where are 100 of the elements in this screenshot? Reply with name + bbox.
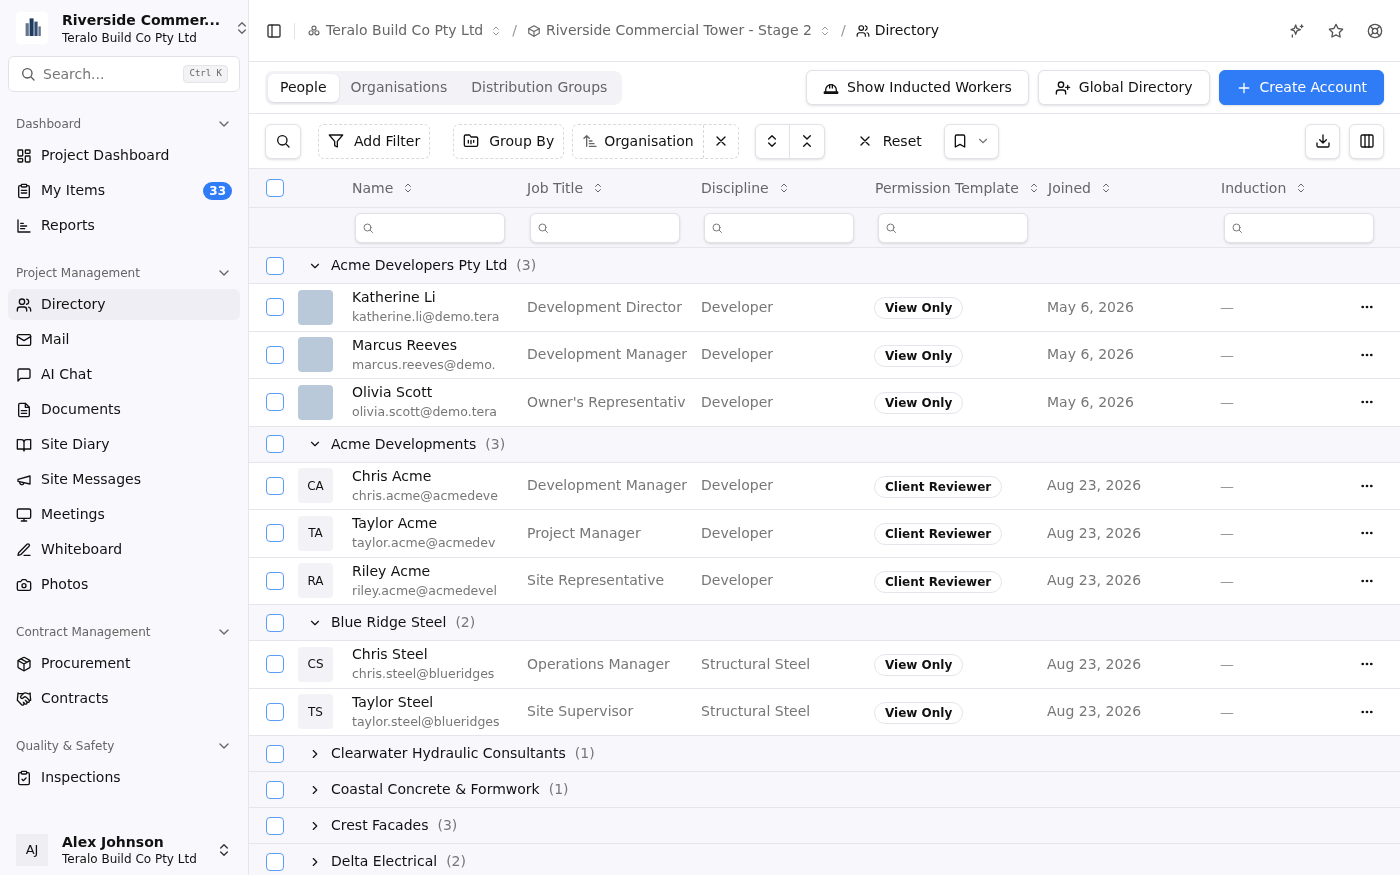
sidebar-item[interactable]: Contracts (8, 683, 240, 714)
column-filter-field[interactable] (704, 212, 854, 243)
joined-date-cell-text: May 6, 2026 (1046, 392, 1135, 412)
search-button[interactable] (265, 123, 301, 159)
checkbox[interactable] (266, 298, 284, 317)
user-avatar: AJ (16, 834, 48, 866)
sidebar-item[interactable]: Mail (8, 324, 240, 355)
group-row-toggle[interactable]: Clearwater Hydraulic Consultants (1) (297, 743, 595, 764)
columns-icon (1358, 133, 1375, 149)
user-plus-icon (1054, 79, 1071, 96)
sidebar-item[interactable]: Directory (8, 289, 240, 320)
checkbox[interactable] (266, 524, 284, 543)
checkbox[interactable] (266, 179, 284, 197)
group-chip[interactable]: Organisation (572, 123, 739, 159)
checkbox[interactable] (266, 393, 284, 412)
sidebar-toggle-icon[interactable] (266, 22, 282, 39)
add-filter-button[interactable]: Add Filter (318, 123, 431, 159)
sidebar-item[interactable]: Meetings (8, 499, 240, 530)
tab[interactable]: Organisations (338, 73, 460, 102)
checkbox[interactable] (266, 345, 284, 364)
sidebar-item[interactable]: AI Chat (8, 359, 240, 390)
checkbox[interactable] (266, 744, 284, 763)
action-button[interactable]: Global Directory (1037, 70, 1210, 105)
column-header[interactable]: Job Title (522, 177, 696, 199)
action-button[interactable]: Create Account (1218, 70, 1384, 105)
sidebar-item[interactable]: Site Diary (8, 429, 240, 460)
checkbox[interactable] (266, 613, 284, 632)
checkbox[interactable] (266, 852, 284, 871)
more-options-icon[interactable] (1361, 400, 1373, 405)
more-options-icon[interactable] (1361, 531, 1373, 536)
reset-button[interactable]: Reset (846, 123, 932, 159)
tab[interactable]: Distribution Groups (459, 73, 620, 102)
job-title-cell-text: Development Director (526, 297, 683, 317)
column-header[interactable]: Permission Template (870, 177, 1043, 199)
initials-avatar: CS (298, 646, 333, 682)
more-options-icon[interactable] (1361, 578, 1373, 583)
column-filter-field[interactable] (878, 212, 1028, 243)
more-options-icon[interactable] (1361, 352, 1373, 357)
breadcrumb[interactable]: Riverside Commercial Tower - Stage 2 (527, 20, 831, 41)
bar-chart-icon (16, 217, 32, 234)
search-icon (1231, 221, 1243, 234)
checkbox[interactable] (266, 780, 284, 799)
sidebar-item[interactable]: Inspections (8, 762, 240, 793)
group-row-toggle[interactable]: Crest Facades (3) (297, 815, 458, 836)
sidebar-item[interactable]: Procurement (8, 648, 240, 679)
breadcrumb[interactable]: Teralo Build Co Pty Ltd (307, 20, 503, 41)
initials-avatar: RA (298, 563, 333, 599)
star-icon[interactable] (1328, 22, 1344, 39)
sidebar-item[interactable]: Whiteboard (8, 534, 240, 565)
column-header[interactable]: Induction (1216, 177, 1340, 199)
more-options-icon[interactable] (1361, 483, 1373, 488)
section-header[interactable]: Dashboard (8, 112, 240, 136)
group-row-toggle[interactable]: Acme Developers Pty Ltd (3) (297, 255, 537, 276)
group-name: Acme Developers Pty Ltd (331, 256, 508, 275)
saved-views-button[interactable] (943, 123, 999, 159)
search-icon (537, 221, 549, 234)
checkbox[interactable] (266, 655, 284, 674)
checkbox[interactable] (266, 256, 284, 275)
group-row-toggle[interactable]: Acme Developments (3) (297, 433, 506, 455)
sparkles-icon[interactable] (1289, 22, 1305, 39)
column-filter-field[interactable] (530, 212, 680, 243)
checkbox[interactable] (266, 816, 284, 835)
sidebar-item[interactable]: Reports (8, 210, 240, 241)
column-filter-field[interactable] (355, 212, 505, 243)
action-button[interactable]: Show Inducted Workers (806, 70, 1029, 105)
discipline-cell-text: Developer (700, 571, 774, 591)
section-header[interactable]: Contract Management (8, 620, 240, 644)
more-options-icon[interactable] (1361, 662, 1373, 667)
column-filter-field[interactable] (1224, 212, 1374, 243)
tab[interactable]: People (268, 73, 339, 102)
induction-cell: — (1220, 299, 1234, 316)
export-button[interactable] (1305, 123, 1340, 159)
help-icon[interactable] (1367, 22, 1383, 39)
section-header[interactable]: Project Management (8, 261, 240, 285)
more-options-icon[interactable] (1361, 305, 1373, 310)
person-name: Chris Acme (352, 466, 433, 486)
group-row-toggle[interactable]: Blue Ridge Steel (2) (297, 612, 476, 633)
column-header[interactable]: Joined (1043, 177, 1216, 199)
person-email: taylor.acme@acmedev (352, 534, 497, 553)
column-header[interactable]: Name (347, 177, 522, 199)
sidebar-item[interactable]: Project Dashboard (8, 140, 240, 171)
checkbox[interactable] (266, 435, 284, 453)
sidebar-item[interactable]: Site Messages (8, 464, 240, 495)
columns-button[interactable] (1349, 123, 1384, 159)
breadcrumb[interactable]: Directory (855, 20, 940, 41)
checkbox[interactable] (266, 476, 284, 495)
sidebar-item[interactable]: Photos (8, 569, 240, 600)
section-header[interactable]: Quality & Safety (8, 734, 240, 758)
group-by-button[interactable]: Group By (453, 123, 565, 159)
checkbox[interactable] (266, 571, 284, 590)
checkbox[interactable] (266, 702, 284, 721)
sidebar-item[interactable]: Documents (8, 394, 240, 425)
group-row-toggle[interactable]: Coastal Concrete & Formwork (1) (297, 779, 569, 800)
more-options-icon[interactable] (1361, 709, 1373, 714)
sidebar-item[interactable]: My Items 33 (8, 175, 240, 206)
group-name: Acme Developments (331, 434, 477, 454)
column-header[interactable]: Discipline (696, 177, 870, 199)
group-row-toggle[interactable]: Delta Electrical (2) (297, 851, 466, 872)
joined-date-cell-text: Aug 23, 2026 (1046, 702, 1143, 722)
group-count: (1) (574, 744, 595, 763)
